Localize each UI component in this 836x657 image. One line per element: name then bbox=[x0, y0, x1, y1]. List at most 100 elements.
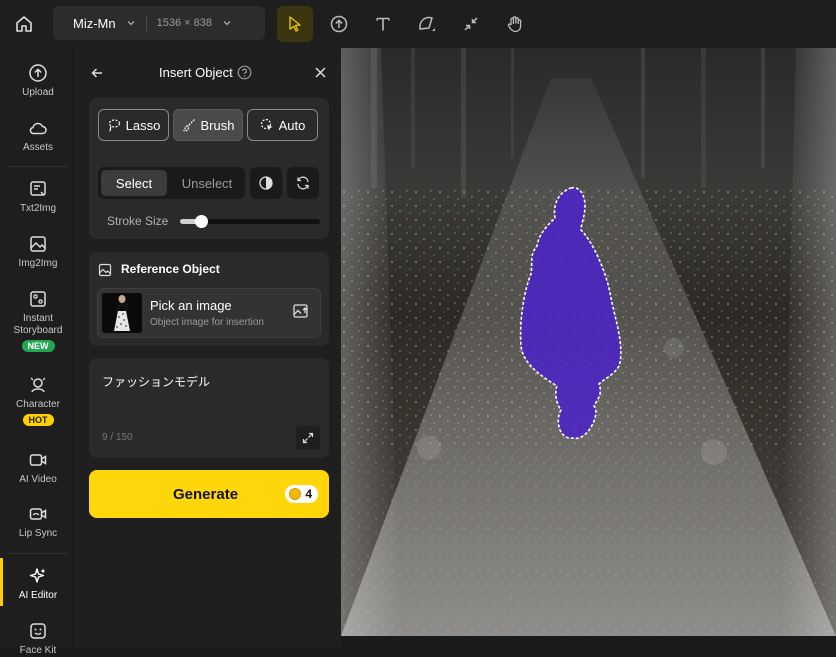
lasso-icon bbox=[108, 119, 120, 132]
project-name: Miz-Mn bbox=[73, 15, 116, 31]
stroke-size-slider[interactable] bbox=[180, 215, 320, 228]
nav-label: Assets bbox=[22, 142, 53, 153]
new-badge: NEW bbox=[21, 340, 55, 352]
expand-icon bbox=[302, 432, 314, 444]
pick-image-label: Pick an image bbox=[150, 298, 232, 313]
nav-txt2img[interactable]: Txt2Img bbox=[0, 179, 76, 215]
prompt-input[interactable]: ファッションモデル bbox=[102, 373, 210, 390]
home-icon bbox=[16, 16, 32, 32]
reset-selection-button[interactable] bbox=[287, 167, 319, 199]
upload-tool-button[interactable] bbox=[321, 6, 357, 42]
reference-object-section: Reference Object Pick an image Object im… bbox=[89, 252, 329, 346]
auto-button[interactable]: Auto bbox=[247, 109, 318, 141]
nav-label: Lip Sync bbox=[18, 528, 58, 539]
text-image-icon bbox=[30, 181, 46, 196]
brush-button[interactable]: Brush bbox=[173, 109, 243, 141]
lasso-button[interactable]: Lasso bbox=[98, 109, 169, 141]
nav-label: AI Editor bbox=[18, 590, 58, 601]
nav-label: Character bbox=[16, 399, 60, 410]
generate-label: Generate bbox=[173, 486, 239, 503]
collapse-icon bbox=[464, 17, 478, 31]
help-icon[interactable] bbox=[237, 65, 252, 80]
hand-tool-button[interactable] bbox=[497, 6, 533, 42]
image-upload-icon[interactable] bbox=[292, 302, 310, 320]
chevron-down-icon bbox=[127, 21, 135, 26]
hot-badge: HOT bbox=[22, 414, 54, 426]
divider bbox=[145, 15, 147, 31]
pick-image-hint: Object image for insertion bbox=[150, 317, 264, 328]
nav-instant-storyboard[interactable]: Instant Storyboard NEW bbox=[0, 289, 76, 352]
generate-button[interactable]: Generate 4 bbox=[89, 470, 329, 518]
lasso-label: Lasso bbox=[125, 117, 161, 133]
storyboard-icon bbox=[30, 291, 46, 307]
nav-assets[interactable]: Assets bbox=[0, 118, 76, 154]
reference-thumbnail bbox=[102, 293, 142, 333]
brush-label: Brush bbox=[200, 117, 235, 133]
nav-character[interactable]: Character HOT bbox=[0, 375, 76, 426]
selection-tools-section: Lasso Brush Auto Select Unselect Stroke … bbox=[89, 98, 329, 239]
cloud-icon bbox=[29, 122, 47, 135]
auto-select-icon bbox=[260, 118, 273, 131]
image-icon bbox=[98, 263, 112, 277]
fit-tool-button[interactable] bbox=[453, 6, 489, 42]
reference-title: Reference Object bbox=[121, 262, 220, 276]
nav-divider bbox=[8, 553, 68, 554]
character-count: 9 / 150 bbox=[102, 432, 133, 443]
credit-badge: 4 bbox=[285, 485, 318, 503]
nav-label: Txt2Img bbox=[19, 203, 57, 214]
nav-img2img[interactable]: Img2Img bbox=[0, 234, 76, 270]
nav-label: Upload bbox=[22, 87, 54, 98]
invert-icon bbox=[259, 176, 273, 190]
select-unselect-toggle: Select Unselect bbox=[98, 167, 245, 199]
auto-label: Auto bbox=[278, 117, 306, 133]
nav-label: Face Kit bbox=[19, 645, 57, 656]
panel-title: Insert Object bbox=[159, 65, 233, 80]
shape-tool-button[interactable] bbox=[409, 6, 445, 42]
nav-ai-video[interactable]: AI Video bbox=[0, 450, 76, 486]
chevron-down-icon bbox=[223, 21, 231, 26]
lip-sync-icon bbox=[29, 508, 47, 520]
nav-upload[interactable]: Upload bbox=[0, 63, 76, 99]
nav-divider bbox=[8, 166, 68, 167]
back-arrow-icon[interactable] bbox=[90, 66, 104, 80]
close-icon[interactable] bbox=[314, 66, 327, 79]
hand-icon bbox=[507, 16, 522, 33]
shape-icon bbox=[419, 16, 435, 31]
coin-icon bbox=[289, 488, 302, 500]
expand-prompt-button[interactable] bbox=[296, 426, 320, 450]
refresh-icon bbox=[297, 176, 309, 190]
canvas-image[interactable] bbox=[341, 48, 836, 636]
project-selector[interactable]: Miz-Mn 1536 × 838 bbox=[53, 6, 265, 40]
brush-icon bbox=[182, 119, 195, 132]
video-icon bbox=[29, 454, 47, 466]
nav-lip-sync[interactable]: Lip Sync bbox=[0, 504, 76, 540]
text-icon bbox=[376, 17, 390, 31]
prompt-section[interactable]: ファッションモデル 9 / 150 bbox=[89, 358, 329, 458]
insert-object-panel: Insert Object Lasso Brush Auto Select Un… bbox=[78, 48, 341, 648]
face-icon bbox=[30, 623, 46, 639]
pick-image-card[interactable]: Pick an image Object image for insertion bbox=[97, 288, 321, 338]
arrow-up-circle-icon bbox=[330, 15, 348, 33]
credit-count: 4 bbox=[305, 487, 312, 501]
canvas-area[interactable] bbox=[341, 48, 836, 648]
home-button[interactable] bbox=[8, 8, 40, 40]
nav-label: AI Video bbox=[19, 474, 57, 485]
nav-face-kit[interactable]: Face Kit bbox=[0, 621, 76, 657]
invert-selection-button[interactable] bbox=[250, 167, 282, 199]
canvas-size: 1536 × 838 bbox=[156, 17, 212, 29]
image-icon bbox=[30, 236, 46, 252]
select-tool-button[interactable] bbox=[277, 6, 313, 42]
nav-ai-editor[interactable]: AI Editor bbox=[0, 558, 76, 606]
left-navigation: Upload Assets Txt2Img Img2Img Instant St… bbox=[0, 48, 77, 656]
slider-handle[interactable] bbox=[195, 215, 208, 228]
nav-label: Img2Img bbox=[18, 258, 58, 269]
select-option[interactable]: Select bbox=[101, 170, 167, 196]
sparkle-icon bbox=[29, 568, 46, 583]
unselect-option[interactable]: Unselect bbox=[172, 170, 242, 196]
cursor-icon bbox=[289, 16, 301, 32]
top-bar: Miz-Mn 1536 × 838 bbox=[0, 0, 836, 48]
text-tool-button[interactable] bbox=[365, 6, 401, 42]
nav-label: Instant Storyboard bbox=[13, 313, 63, 336]
panel-header: Insert Object bbox=[78, 48, 341, 96]
stroke-size-label: Stroke Size bbox=[107, 214, 169, 228]
